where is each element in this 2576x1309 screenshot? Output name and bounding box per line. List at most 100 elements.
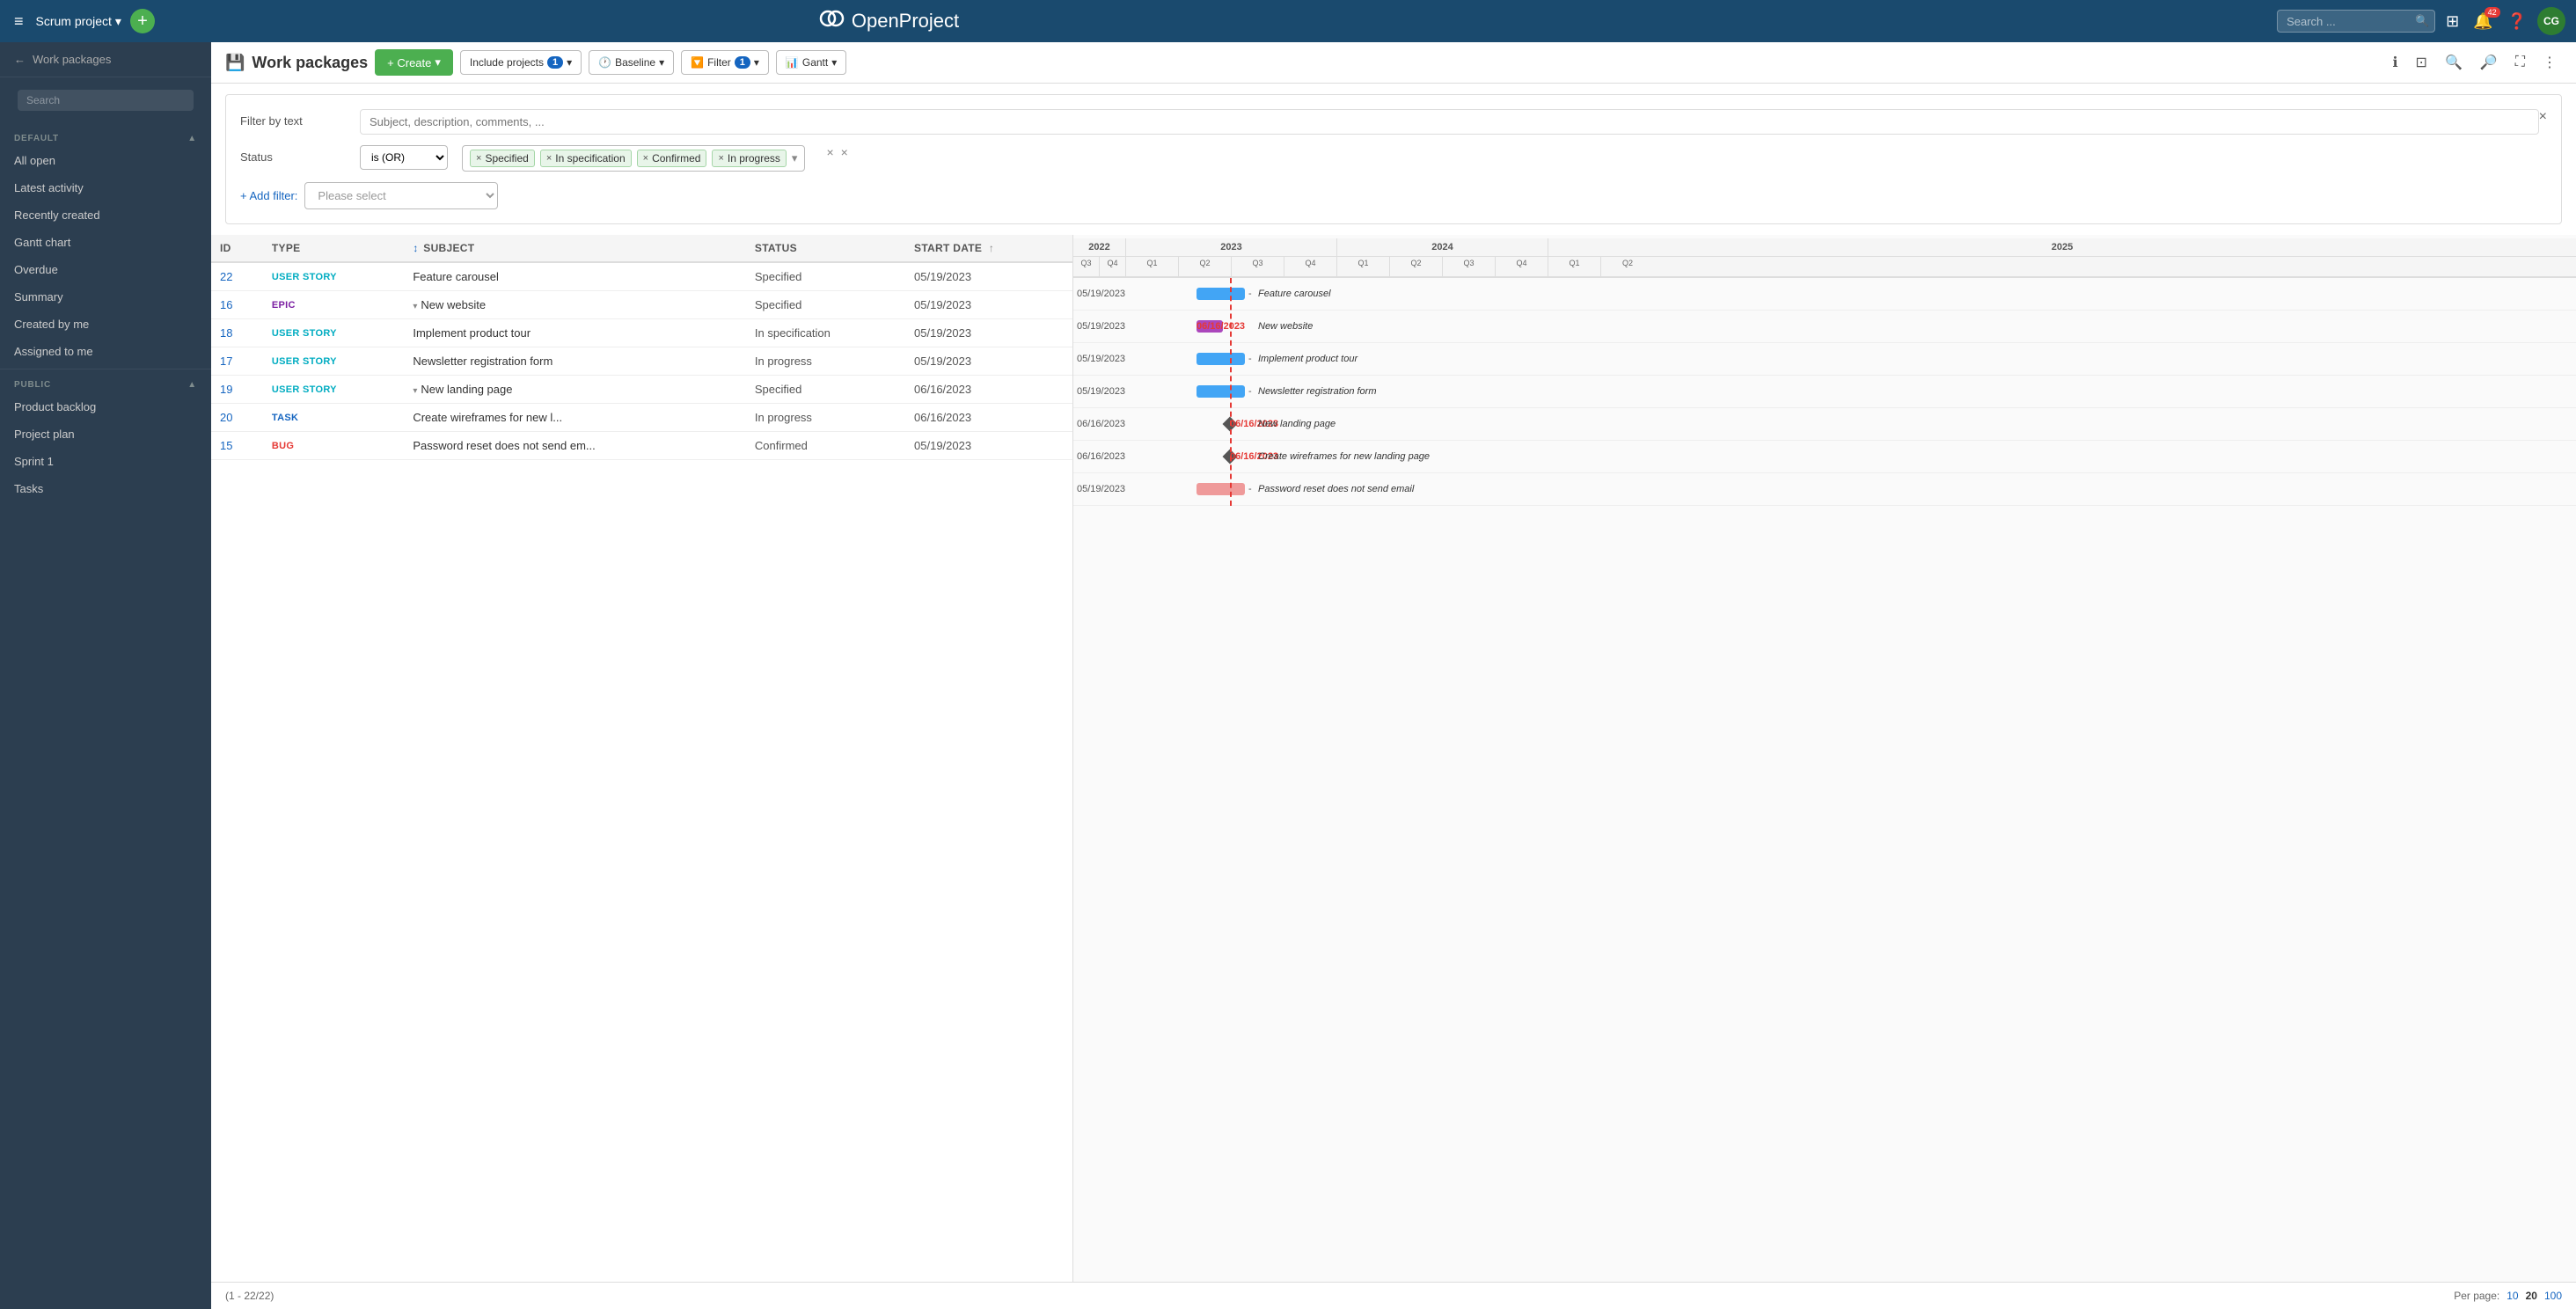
sidebar-item-summary[interactable]: Summary <box>0 283 211 311</box>
sidebar-item-assigned-to-me[interactable]: Assigned to me <box>0 338 211 365</box>
expand-row-icon[interactable]: ▾ <box>413 302 417 311</box>
row-status-15: Confirmed <box>746 432 905 460</box>
zoom-out-button[interactable]: 🔍 <box>2440 50 2468 75</box>
remove-confirmed-tag[interactable]: × <box>643 153 648 164</box>
sidebar-item-sprint-1[interactable]: Sprint 1 <box>0 448 211 475</box>
gantt-end-label: - <box>1248 484 1252 494</box>
row-id-22[interactable]: 22 <box>211 262 263 291</box>
grid-menu-button[interactable]: ⊞ <box>2442 9 2463 34</box>
remove-in-specification-tag[interactable]: × <box>546 153 552 164</box>
baseline-chevron-icon: ▾ <box>659 56 664 69</box>
gantt-q1-2025: Q1 <box>1548 257 1601 276</box>
gantt-name-label: Feature carousel <box>1258 289 1331 299</box>
row-status-22: Specified <box>746 262 905 291</box>
sidebar-back-button[interactable]: ← Work packages <box>0 42 211 77</box>
gantt-button[interactable]: 📊 Gantt ▾ <box>776 50 846 75</box>
col-type[interactable]: TYPE <box>263 235 404 262</box>
gantt-q2-2023: Q2 <box>1179 257 1232 276</box>
filter-status-row: Status is (OR) × Specified × In specific… <box>240 145 2547 172</box>
app-logo: OpenProject <box>818 9 959 33</box>
gantt-q3-2023: Q3 <box>1232 257 1284 276</box>
add-filter-row: + Add filter: Please select <box>240 182 2547 209</box>
sort-subject-icon: ↕ <box>413 242 418 254</box>
gantt-name-label: Create wireframes for new landing page <box>1258 451 1430 462</box>
create-button[interactable]: + Create ▾ <box>375 49 453 76</box>
sidebar-item-overdue[interactable]: Overdue <box>0 256 211 283</box>
include-projects-button[interactable]: Include projects 1 ▾ <box>460 50 582 75</box>
global-search-box[interactable]: 🔍 <box>2277 10 2435 33</box>
per-page-20[interactable]: 20 <box>2526 1290 2537 1302</box>
filter-text-input[interactable] <box>360 109 2539 135</box>
filter-tags-chevron[interactable]: ▾ <box>792 151 798 165</box>
sidebar-search-input[interactable] <box>18 90 194 111</box>
user-avatar[interactable]: CG <box>2537 7 2565 35</box>
notifications-button[interactable]: 🔔 42 <box>2470 9 2496 34</box>
fullscreen-button[interactable]: ⛶ <box>2510 51 2530 74</box>
collapse-public-icon[interactable]: ▲ <box>187 380 197 390</box>
baseline-button[interactable]: 🕐 Baseline ▾ <box>589 50 674 75</box>
project-name[interactable]: Scrum project ▾ <box>36 14 121 29</box>
remove-specified-tag[interactable]: × <box>476 153 481 164</box>
zoom-in-button[interactable]: 🔎 <box>2475 50 2503 75</box>
add-filter-label[interactable]: + Add filter: <box>240 189 297 202</box>
per-page-10[interactable]: 10 <box>2506 1290 2518 1302</box>
add-project-button[interactable]: + <box>130 9 155 33</box>
include-projects-chevron-icon: ▾ <box>567 56 572 69</box>
row-id-17[interactable]: 17 <box>211 347 263 376</box>
table-row: 19 USER STORY ▾New landing page Specifie… <box>211 376 1072 404</box>
row-id-16[interactable]: 16 <box>211 291 263 319</box>
filter-button[interactable]: 🔽 Filter 1 ▾ <box>681 50 769 75</box>
add-filter-select[interactable]: Please select <box>304 182 498 209</box>
filter-chevron-icon: ▾ <box>754 56 759 69</box>
logo-text: OpenProject <box>852 10 959 33</box>
gantt-start-label: 05/19/2023 <box>1077 289 1125 299</box>
row-type-18: USER STORY <box>263 319 404 347</box>
row-date-18: 05/19/2023 <box>905 319 1072 347</box>
global-search-input[interactable] <box>2287 15 2410 28</box>
row-subject-18: Implement product tour <box>404 319 746 347</box>
col-start-date[interactable]: START DATE ↑ <box>905 235 1072 262</box>
sidebar-item-project-plan[interactable]: Project plan <box>0 420 211 448</box>
sidebar-item-all-open[interactable]: All open <box>0 147 211 174</box>
row-id-15[interactable]: 15 <box>211 432 263 460</box>
filter-close-button[interactable]: × <box>2539 109 2547 125</box>
sidebar-section-default: DEFAULT ▲ <box>0 127 211 147</box>
gantt-row: 05/19/202306/16/2023New website <box>1073 311 2576 343</box>
filter-by-text-row: Filter by text <box>240 109 2539 135</box>
sidebar-item-gantt-chart[interactable]: Gantt chart <box>0 229 211 256</box>
help-button[interactable]: ❓ <box>2504 9 2530 34</box>
row-id-20[interactable]: 20 <box>211 404 263 432</box>
row-id-19[interactable]: 19 <box>211 376 263 404</box>
page-title-icon: 💾 <box>225 54 245 72</box>
filter-status-operator[interactable]: is (OR) <box>360 145 448 170</box>
filter-text-label: Filter by text <box>240 109 346 128</box>
sidebar-item-created-by-me[interactable]: Created by me <box>0 311 211 338</box>
gantt-start-label: 06/16/2023 <box>1077 419 1125 429</box>
col-status[interactable]: STATUS <box>746 235 905 262</box>
remove-in-progress-tag[interactable]: × <box>718 153 723 164</box>
more-options-button[interactable]: ⋮ <box>2537 50 2562 75</box>
sort-date-icon: ↑ <box>989 242 994 254</box>
filter-tag-confirmed: × Confirmed <box>637 150 707 167</box>
row-id-18[interactable]: 18 <box>211 319 263 347</box>
sidebar-item-latest-activity[interactable]: Latest activity <box>0 174 211 201</box>
col-subject[interactable]: ↕ SUBJECT <box>404 235 746 262</box>
info-button[interactable]: ℹ <box>2387 50 2403 75</box>
per-page-100[interactable]: 100 <box>2544 1290 2562 1302</box>
filter-status-expand[interactable]: × <box>841 145 848 159</box>
expand-row-icon[interactable]: ▾ <box>413 386 417 396</box>
filter-status-clear[interactable]: × <box>826 145 833 159</box>
per-page-controls: Per page: 10 20 100 <box>2454 1290 2562 1302</box>
hamburger-menu[interactable]: ≡ <box>11 9 27 34</box>
sidebar-item-product-backlog[interactable]: Product backlog <box>0 393 211 420</box>
collapse-default-icon[interactable]: ▲ <box>187 134 197 143</box>
collapse-all-button[interactable]: ⊡ <box>2411 50 2433 75</box>
col-id[interactable]: ID <box>211 235 263 262</box>
gantt-start-label: 05/19/2023 <box>1077 386 1125 397</box>
gantt-name-label: Password reset does not send email <box>1258 484 1414 494</box>
sidebar-item-recently-created[interactable]: Recently created <box>0 201 211 229</box>
table-row: 15 BUG Password reset does not send em..… <box>211 432 1072 460</box>
table-row: 16 EPIC ▾New website Specified 05/19/202… <box>211 291 1072 319</box>
notifications-badge: 42 <box>2485 7 2500 18</box>
sidebar-item-tasks[interactable]: Tasks <box>0 475 211 502</box>
